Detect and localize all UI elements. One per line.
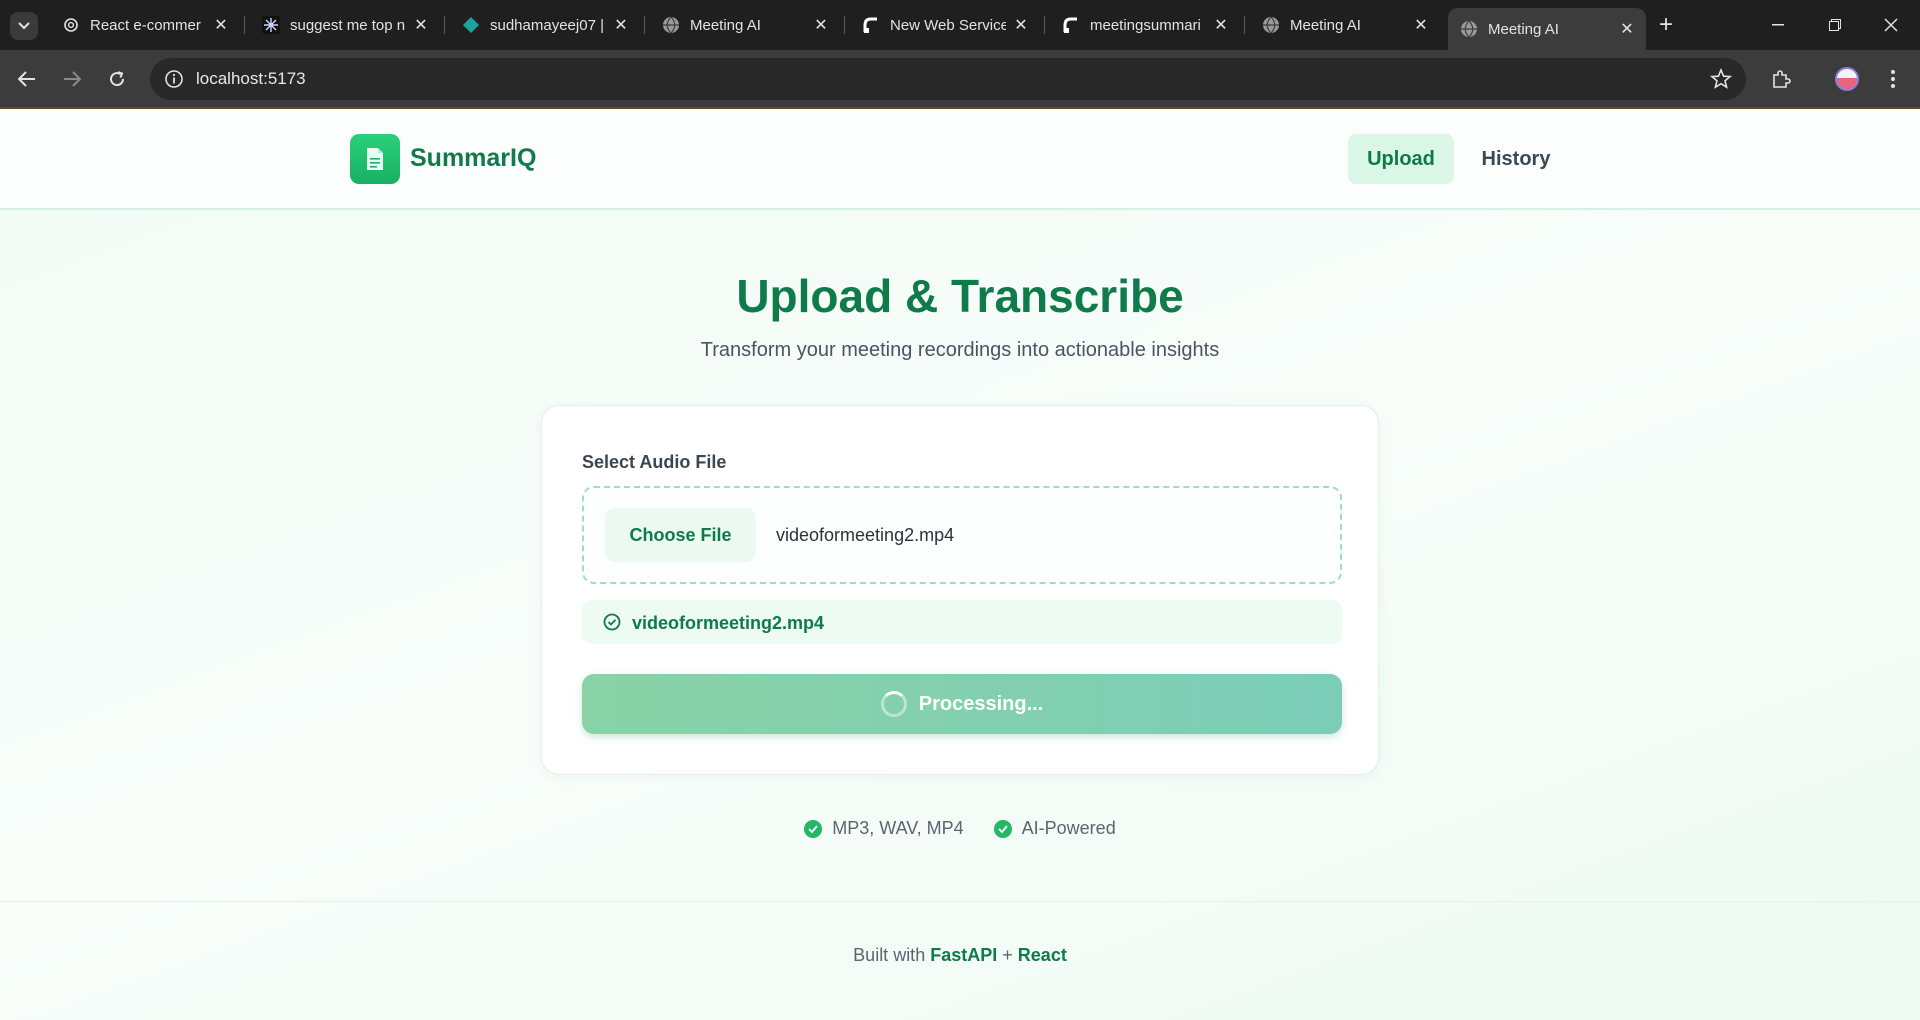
- process-button[interactable]: Processing...: [582, 674, 1342, 734]
- page-subtitle: Transform your meeting recordings into a…: [700, 339, 1220, 361]
- close-icon[interactable]: ✕: [1412, 16, 1430, 34]
- reload-button[interactable]: [102, 64, 132, 94]
- tab-title: React e-commer: [90, 16, 201, 34]
- nav-history[interactable]: History: [1468, 134, 1564, 184]
- extensions-button[interactable]: [1766, 64, 1796, 94]
- upload-card: Select Audio File Choose File videoforme…: [541, 405, 1379, 775]
- avatar: [1835, 67, 1859, 91]
- browser-tab-6[interactable]: meetingsummari ✕: [1050, 8, 1240, 42]
- browser-menu-button[interactable]: [1878, 64, 1908, 94]
- star-icon[interactable]: [1710, 68, 1732, 90]
- tab-divider: [1044, 16, 1045, 34]
- chevron-down-icon: [18, 22, 30, 30]
- tab-divider: [844, 16, 845, 34]
- render-icon: [862, 16, 880, 34]
- close-icon[interactable]: ✕: [1618, 20, 1636, 38]
- restore-button[interactable]: [1806, 0, 1864, 50]
- address-bar[interactable]: localhost:5173: [150, 58, 1746, 100]
- file-field-label: Select Audio File: [582, 452, 727, 472]
- choose-file-button[interactable]: Choose File: [605, 508, 756, 562]
- browser-tab-2[interactable]: suggest me top n ✕: [250, 8, 440, 42]
- footer-tech-react: React: [1017, 945, 1067, 965]
- arrow-right-icon: [64, 71, 81, 87]
- browser-tab-4[interactable]: Meeting AI ✕: [650, 8, 840, 42]
- feature-item: AI-Powered: [993, 818, 1116, 839]
- close-icon[interactable]: ✕: [212, 16, 230, 34]
- tab-title: meetingsummari: [1090, 16, 1201, 34]
- new-tab-button[interactable]: +: [1652, 12, 1680, 40]
- tab-title: Meeting AI: [690, 16, 761, 34]
- selected-file-badge: videoformeeting2.mp4: [582, 600, 1342, 644]
- close-icon[interactable]: ✕: [1212, 16, 1230, 34]
- feature-item: MP3, WAV, MP4: [804, 818, 964, 839]
- tab-divider: [444, 16, 445, 34]
- check-icon: [993, 819, 1012, 838]
- close-icon: [1884, 18, 1898, 32]
- feature-label: AI-Powered: [1021, 818, 1116, 838]
- process-button-label: Processing...: [918, 692, 1044, 715]
- browser-tab-5[interactable]: New Web Service ✕: [850, 8, 1040, 42]
- close-icon[interactable]: ✕: [612, 16, 630, 34]
- brand-name[interactable]: SummarIQ: [410, 144, 536, 173]
- selected-file-name: videoformeeting2.mp4: [632, 613, 825, 633]
- page-title: Upload & Transcribe: [736, 270, 1184, 322]
- app-page: SummarIQ Upload History Upload & Transcr…: [0, 109, 1920, 1020]
- diamond-icon: [462, 16, 480, 34]
- close-icon[interactable]: ✕: [812, 16, 830, 34]
- browser-toolbar: localhost:5173: [0, 50, 1920, 109]
- tab-title: Meeting AI: [1290, 16, 1361, 34]
- tab-title: suggest me top n: [290, 16, 406, 34]
- tab-divider: [644, 16, 645, 34]
- openai-icon: [62, 16, 80, 34]
- file-dropzone[interactable]: Choose File videoformeeting2.mp4: [582, 486, 1342, 584]
- footer: Built with FastAPI + React: [0, 945, 1920, 966]
- footer-joiner: +: [1002, 945, 1013, 965]
- footer-divider: [0, 901, 1920, 902]
- check-circle-icon: [603, 613, 621, 631]
- check-icon: [804, 819, 823, 838]
- url-text[interactable]: localhost:5173: [196, 69, 306, 89]
- browser-tab-7[interactable]: Meeting AI ✕: [1250, 8, 1440, 42]
- globe-icon: [1262, 16, 1280, 34]
- profile-button[interactable]: [1832, 64, 1862, 94]
- browser-tab-1[interactable]: React e-commer ✕: [50, 8, 240, 42]
- more-vertical-icon: [1891, 70, 1895, 88]
- minimize-button[interactable]: [1749, 0, 1807, 50]
- tab-title: Meeting AI: [1488, 20, 1559, 38]
- browser-tab-bar: React e-commer ✕ suggest me top n ✕ sudh…: [0, 0, 1920, 50]
- chosen-file-name: videoformeeting2.mp4: [776, 525, 955, 545]
- browser-tab-active[interactable]: Meeting AI ✕: [1448, 8, 1646, 50]
- tab-title: sudhamayeej07 |: [490, 16, 604, 34]
- feature-label: MP3, WAV, MP4: [832, 818, 964, 838]
- nav-upload[interactable]: Upload: [1348, 134, 1454, 184]
- globe-icon: [1460, 20, 1478, 38]
- footer-prefix: Built with: [853, 945, 926, 965]
- gear-spark-icon: [262, 16, 280, 34]
- document-icon: [367, 148, 383, 170]
- forward-button[interactable]: [57, 64, 87, 94]
- globe-icon: [662, 16, 680, 34]
- puzzle-icon: [1773, 70, 1791, 88]
- arrow-left-icon: [18, 71, 35, 87]
- close-icon[interactable]: ✕: [412, 16, 430, 34]
- back-button[interactable]: [12, 64, 42, 94]
- reload-icon: [110, 71, 125, 87]
- tab-search-button[interactable]: [10, 12, 38, 40]
- browser-tab-3[interactable]: sudhamayeej07 | ✕: [450, 8, 640, 42]
- close-window-button[interactable]: [1862, 0, 1920, 50]
- app-header: SummarIQ Upload History: [0, 109, 1920, 210]
- tab-divider: [1244, 16, 1245, 34]
- tab-title: New Web Service: [890, 16, 1006, 34]
- render-icon: [1062, 16, 1080, 34]
- minimize-icon: [1772, 24, 1784, 26]
- restore-icon: [1829, 19, 1841, 31]
- close-icon[interactable]: ✕: [1012, 16, 1030, 34]
- footer-tech-fastapi: FastAPI: [930, 945, 998, 965]
- app-logo[interactable]: [350, 134, 400, 184]
- tab-divider: [244, 16, 245, 34]
- feature-list: MP3, WAV, MP4 AI-Powered: [0, 818, 1920, 839]
- spinner-icon: [880, 691, 907, 717]
- site-info-icon[interactable]: [164, 69, 184, 89]
